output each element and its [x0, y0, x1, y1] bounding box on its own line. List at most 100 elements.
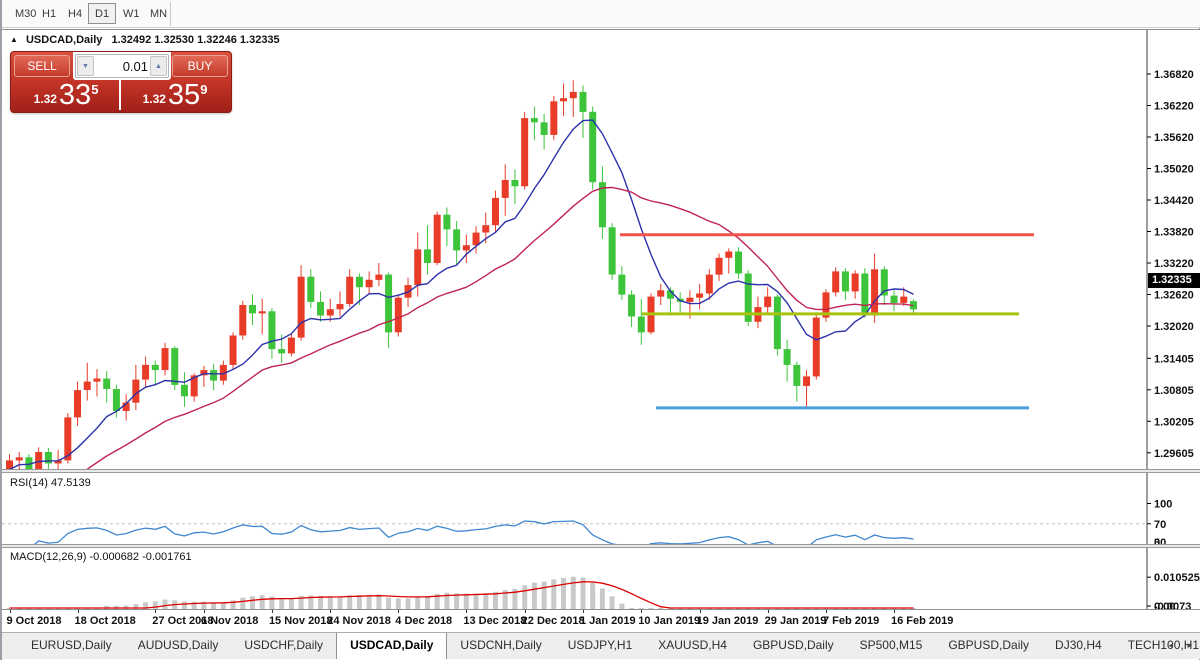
date-axis-label: 16 Feb 2019: [891, 615, 953, 627]
toolbar-separator: [170, 2, 171, 26]
sell-button[interactable]: SELL: [14, 55, 70, 77]
collapse-triangle-icon[interactable]: ▲: [10, 35, 18, 44]
tab-gbpusd-daily-2[interactable]: GBPUSD,Daily: [935, 633, 1042, 659]
candle-body: [511, 180, 518, 186]
macd-histogram-bar: [542, 582, 547, 609]
candle-body: [706, 275, 713, 294]
sell-price-display[interactable]: 1.32 33 5: [13, 78, 121, 110]
macd-histogram-bar: [590, 582, 595, 609]
date-axis-tick: [398, 610, 399, 613]
candle-body: [784, 349, 791, 365]
timeframe-button-h4[interactable]: H4: [61, 3, 89, 24]
price-axis-label: 1.35620: [1154, 132, 1194, 144]
price-axis-label: 1.33220: [1154, 258, 1194, 270]
price-axis-label: 1.30805: [1154, 385, 1194, 397]
candle-body: [482, 225, 489, 232]
candle-body: [414, 249, 421, 285]
tab-eurusd-daily[interactable]: EURUSD,Daily: [18, 633, 125, 659]
volume-increase-button[interactable]: ▲: [150, 56, 167, 76]
candle-body: [443, 215, 450, 230]
date-axis-label: 13 Dec 2018: [463, 615, 526, 627]
tab-usdjpy-h1[interactable]: USDJPY,H1: [555, 633, 645, 659]
candle-body: [35, 452, 42, 469]
buy-price-pip: 9: [200, 82, 207, 97]
macd-histogram-bar: [415, 597, 420, 609]
volume-decrease-button[interactable]: ▼: [77, 56, 94, 76]
candle-body: [142, 365, 149, 380]
candle-body: [268, 311, 275, 349]
macd-histogram-bar: [338, 596, 343, 609]
date-axis-tick: [894, 610, 895, 613]
date-axis-tick: [525, 610, 526, 613]
candle-body: [210, 370, 217, 381]
date-axis-tick: [204, 610, 205, 613]
candle-body: [579, 92, 586, 112]
rsi-panel-canvas[interactable]: 10070300: [2, 473, 1200, 544]
macd-histogram-bar: [561, 578, 566, 609]
terminal-window: M30 H1 H4 D1 W1 MN 1.368201.362201.35620…: [0, 0, 1200, 660]
candle-body: [317, 302, 324, 316]
current-price-tag: 1.32335: [1148, 273, 1200, 288]
tab-gbpusd-daily[interactable]: GBPUSD,Daily: [740, 633, 847, 659]
macd-histogram-bar: [347, 595, 352, 609]
date-axis[interactable]: 9 Oct 201818 Oct 201827 Oct 20186 Nov 20…: [2, 609, 1200, 632]
candlesticks: [6, 80, 917, 469]
candle-body: [259, 311, 266, 313]
candle-body: [492, 198, 499, 225]
date-axis-tick: [272, 610, 273, 613]
date-axis-tick: [155, 610, 156, 613]
date-axis-tick: [641, 610, 642, 613]
date-axis-label: 15 Nov 2018: [269, 615, 333, 627]
tab-sp500-m15[interactable]: SP500,M15: [847, 633, 936, 659]
macd-histogram-bar: [260, 595, 265, 609]
timeframe-button-w1[interactable]: W1: [116, 3, 147, 24]
candle-body: [424, 249, 431, 263]
sell-price-pip: 5: [91, 82, 98, 97]
macd-label: MACD(12,26,9) -0.000682 -0.001761: [10, 551, 192, 563]
tab-audusd-daily[interactable]: AUDUSD,Daily: [125, 633, 232, 659]
tab-xauusd-h4[interactable]: XAUUSD,H4: [645, 633, 740, 659]
tab-scroll-arrows[interactable]: ◂ ▸: [1168, 640, 1198, 651]
timeframe-button-d1[interactable]: D1: [88, 3, 116, 24]
macd-histogram-bar: [328, 596, 333, 609]
buy-price-base: 1.32: [143, 92, 166, 106]
price-axis-label: 1.31405: [1154, 353, 1194, 365]
tab-usdcad-daily[interactable]: USDCAD,Daily: [336, 633, 447, 659]
date-axis-tick: [466, 610, 467, 613]
candle-body: [531, 118, 538, 122]
date-axis-tick: [768, 610, 769, 613]
macd-histogram-bar: [367, 595, 372, 609]
date-axis-label: 9 Oct 2018: [7, 615, 62, 627]
volume-box: ▼ ▲: [73, 52, 171, 80]
macd-histogram-bar: [279, 598, 284, 609]
candle-body: [239, 305, 246, 336]
macd-histogram-bar: [386, 598, 391, 609]
tab-usdcnh-daily[interactable]: USDCNH,Daily: [447, 633, 554, 659]
macd-histogram-bar: [474, 594, 479, 610]
candle-body: [463, 245, 470, 250]
rsi-axis-label: 70: [1154, 519, 1166, 531]
date-axis-label: 18 Oct 2018: [75, 615, 136, 627]
volume-input[interactable]: [96, 56, 148, 76]
macd-histogram-bar: [425, 597, 430, 610]
candle-body: [375, 275, 382, 280]
candle-body: [842, 271, 849, 291]
candle-body: [113, 389, 120, 411]
candle-body: [385, 275, 392, 333]
tab-usdchf-daily[interactable]: USDCHF,Daily: [231, 633, 336, 659]
date-axis-tick: [10, 610, 11, 613]
buy-price-display[interactable]: 1.32 35 9: [121, 78, 229, 110]
date-axis-tick: [78, 610, 79, 613]
candle-body: [570, 92, 577, 98]
candle-body: [657, 290, 664, 296]
price-axis-label: 1.35020: [1154, 164, 1194, 176]
candle-body: [764, 297, 771, 308]
buy-button[interactable]: BUY: [172, 55, 228, 77]
price-axis-label: 1.36220: [1154, 101, 1194, 113]
candle-body: [74, 390, 81, 417]
timeframe-button-h1[interactable]: H1: [35, 3, 63, 24]
one-click-trading-panel: SELL BUY ▼ ▲ 1.32 33 5 1.32 35 9: [10, 51, 232, 113]
tab-dj30-h4[interactable]: DJ30,H4: [1042, 633, 1115, 659]
rsi-axis-label: 0: [1154, 537, 1160, 544]
candle-body: [609, 227, 616, 274]
